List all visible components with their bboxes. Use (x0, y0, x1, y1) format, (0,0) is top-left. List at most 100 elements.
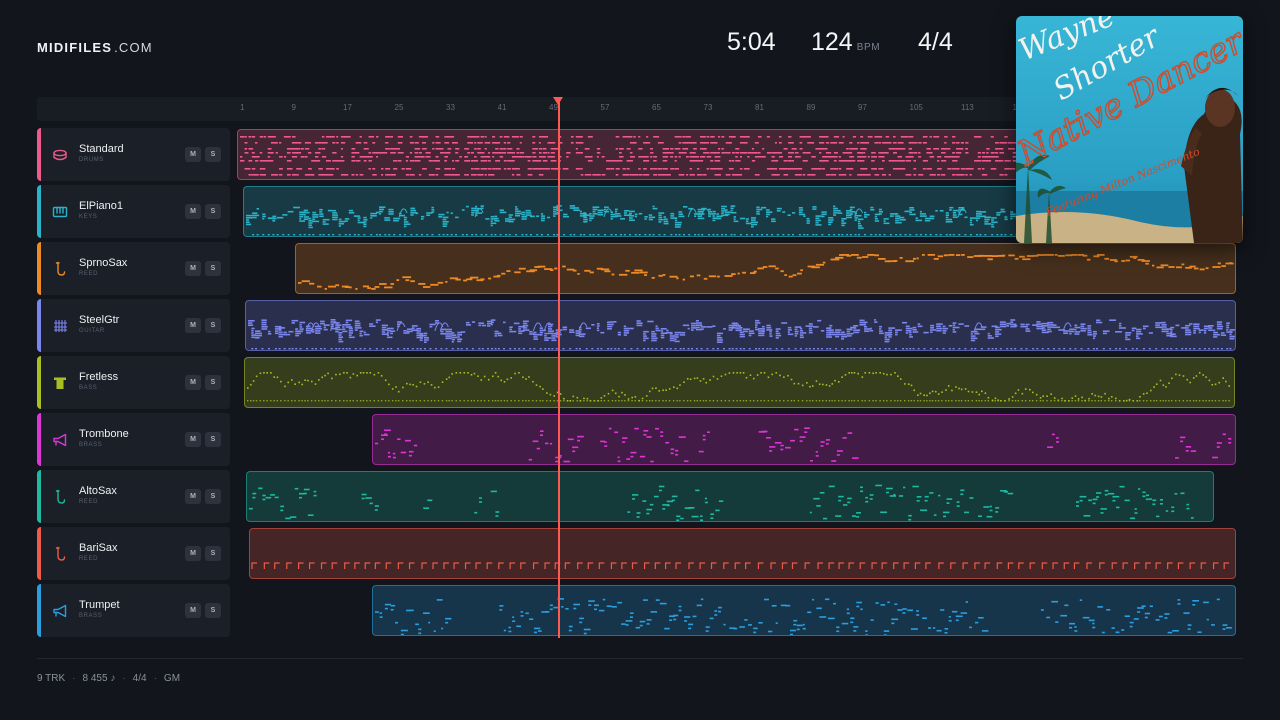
mute-button[interactable]: M (185, 603, 201, 618)
mute-button[interactable]: M (185, 204, 201, 219)
sax-icon (52, 546, 68, 562)
track-row: SprnoSax REED M S (37, 242, 1243, 295)
mute-button[interactable]: M (185, 147, 201, 162)
midi-clip[interactable] (246, 471, 1214, 522)
ruler-bar-number: 1 (240, 103, 245, 112)
clip-notes (247, 372, 1231, 402)
ruler-bar-number: 17 (343, 103, 352, 112)
ruler-bar-number: 73 (703, 103, 713, 112)
separator: · (72, 673, 76, 684)
ruler-bar-number: 41 (497, 103, 507, 112)
track-count: 9 TRK (37, 673, 66, 684)
sax-icon (52, 489, 68, 505)
keyboard-icon (52, 204, 68, 220)
solo-button[interactable]: S (205, 204, 221, 219)
ruler-bar-number: 89 (806, 103, 816, 112)
song-duration: 5:04 (727, 28, 776, 56)
solo-button[interactable]: S (205, 147, 221, 162)
track-name: Trombone (79, 428, 129, 440)
guitar-icon (52, 318, 68, 334)
track-header[interactable]: Standard DRUMS M S (37, 128, 230, 181)
brand-domain: .COM (114, 40, 153, 55)
ruler-bar-number: 113 (961, 103, 974, 112)
track-row: SteelGtr GUITAR M S (37, 299, 1243, 352)
track-name: Fretless (79, 371, 119, 383)
track-type: GUITAR (79, 328, 105, 334)
track-color-stripe (37, 527, 41, 580)
midi-clip[interactable] (372, 414, 1236, 465)
track-type: BRASS (79, 442, 103, 448)
solo-button[interactable]: S (205, 318, 221, 333)
horn-icon (52, 432, 68, 448)
track-header[interactable]: Fretless BASS M S (37, 356, 230, 409)
time-signature: 4/4 (918, 28, 953, 56)
mute-button[interactable]: M (185, 546, 201, 561)
track-name: Trumpet (79, 599, 120, 611)
solo-button[interactable]: S (205, 603, 221, 618)
playhead-handle[interactable] (553, 97, 563, 105)
ruler-bar-number: 25 (394, 103, 404, 112)
track-header[interactable]: BariSax REED M S (37, 527, 230, 580)
clip-notes (375, 427, 1232, 463)
sax-icon (52, 261, 68, 277)
drum-icon (52, 147, 68, 163)
clip-notes (298, 254, 1234, 290)
album-cover: Wayne Shorter Native Dancer Featuring Mi… (1016, 16, 1243, 243)
track-header[interactable]: SprnoSax REED M S (37, 242, 230, 295)
track-row: BariSax REED M S (37, 527, 1243, 580)
clip-notes (375, 598, 1232, 635)
footer-signature: 4/4 (132, 673, 147, 684)
clip-notes (248, 319, 1235, 350)
solo-button[interactable]: S (205, 261, 221, 276)
midi-clip[interactable] (295, 243, 1236, 294)
track-header[interactable]: ElPiano1 KEYS M S (37, 185, 230, 238)
midi-clip[interactable] (245, 300, 1236, 351)
midi-clip[interactable] (249, 528, 1236, 579)
mute-button[interactable]: M (185, 432, 201, 447)
track-header[interactable]: AltoSax REED M S (37, 470, 230, 523)
ruler-bar-number: 81 (755, 103, 764, 112)
solo-button[interactable]: S (205, 375, 221, 390)
midi-clip[interactable] (372, 585, 1236, 636)
ruler-bar-number: 9 (291, 103, 296, 112)
track-row: Fretless BASS M S (37, 356, 1243, 409)
solo-button[interactable]: S (205, 432, 221, 447)
midi-clip[interactable] (244, 357, 1235, 408)
tempo-unit: BPM (856, 42, 881, 53)
solo-button[interactable]: S (205, 489, 221, 504)
solo-button[interactable]: S (205, 546, 221, 561)
ruler-bar-number: 105 (909, 103, 923, 112)
track-type: REED (79, 271, 99, 277)
track-name: SteelGtr (79, 314, 120, 326)
track-type: BASS (79, 385, 98, 391)
mute-button[interactable]: M (185, 375, 201, 390)
track-color-stripe (37, 128, 41, 181)
track-name: Standard (79, 143, 124, 155)
track-header[interactable]: Trombone BRASS M S (37, 413, 230, 466)
clip-notes (251, 562, 1230, 569)
midi-standard: GM (163, 673, 181, 684)
track-header[interactable]: Trumpet BRASS M S (37, 584, 230, 637)
track-color-stripe (37, 185, 41, 238)
ruler-bar-number: 65 (652, 103, 661, 112)
clip-notes (249, 484, 1194, 521)
track-row: Trombone BRASS M S (37, 413, 1243, 466)
track-type: REED (79, 556, 99, 562)
mute-button[interactable]: M (185, 261, 201, 276)
album-cover-art: Wayne Shorter Native Dancer Featuring Mi… (1016, 16, 1243, 243)
track-header[interactable]: SteelGtr GUITAR M S (37, 299, 230, 352)
ruler-bar-number: 97 (858, 103, 867, 112)
mute-button[interactable]: M (185, 318, 201, 333)
ruler-bar-number: 33 (446, 103, 455, 112)
track-color-stripe (37, 299, 41, 352)
tempo-value: 124 (811, 28, 853, 56)
track-name: SprnoSax (79, 257, 128, 269)
track-type: DRUMS (79, 157, 104, 163)
playhead-line[interactable] (558, 97, 560, 638)
mute-button[interactable]: M (185, 489, 201, 504)
track-type: KEYS (79, 214, 98, 220)
file-summary: 9 TRK · 8 455 ♪ · 4/4 · GM (37, 673, 180, 684)
footer-divider (37, 658, 1243, 659)
track-name: AltoSax (79, 485, 117, 497)
track-row: AltoSax REED M S (37, 470, 1243, 523)
